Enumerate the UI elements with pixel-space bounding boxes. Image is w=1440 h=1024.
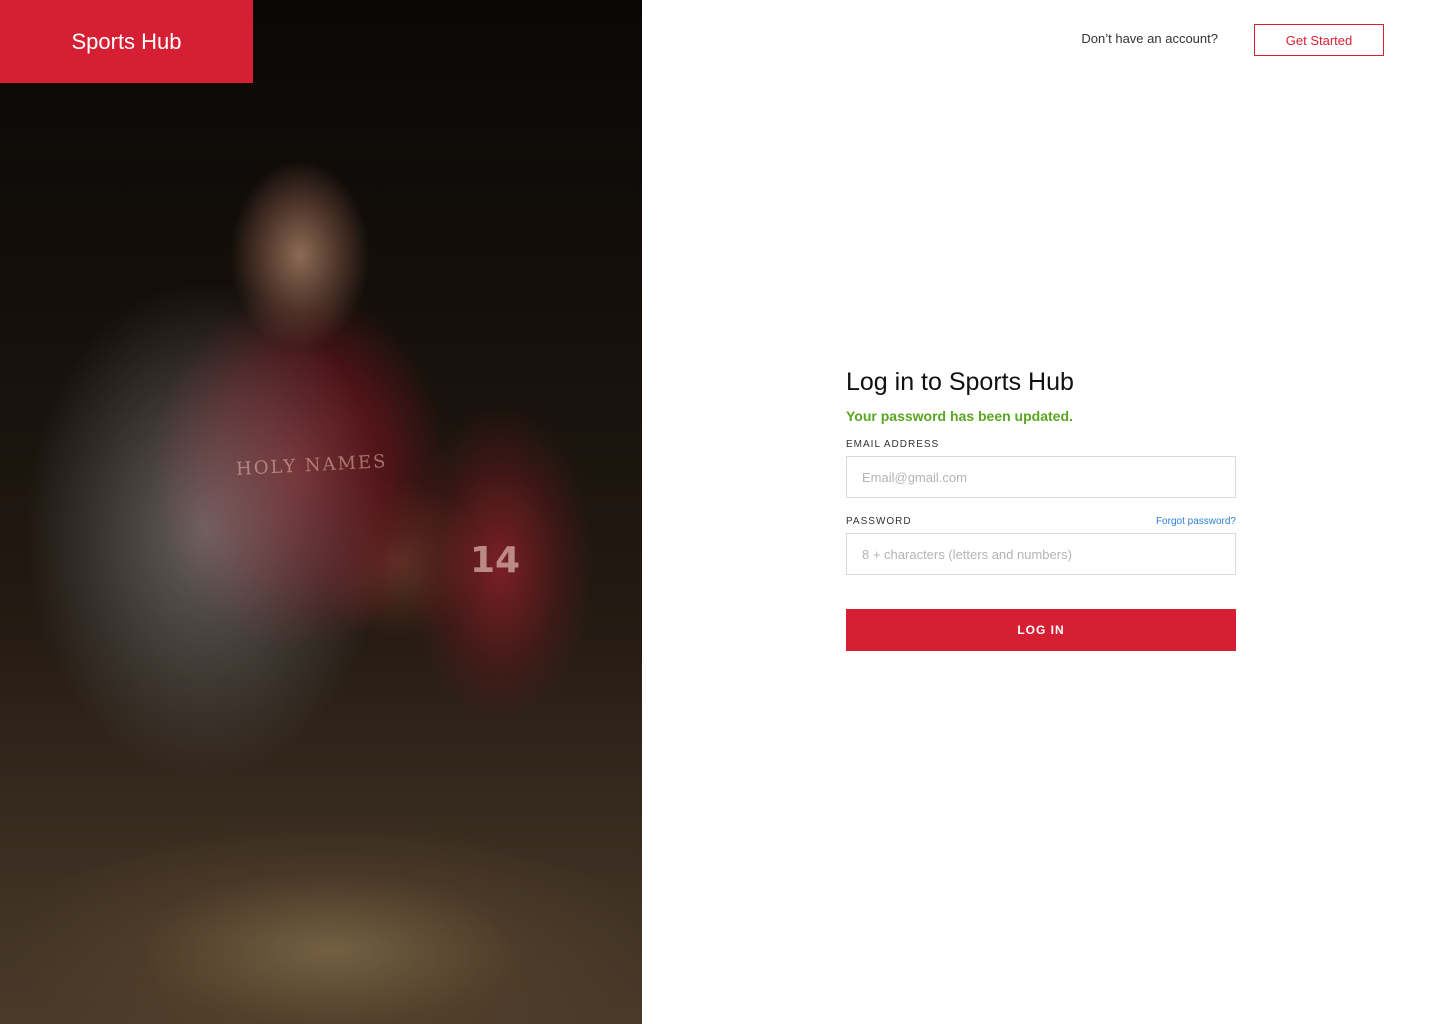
email-label: EMAIL ADDRESS bbox=[846, 439, 940, 450]
brand-logo[interactable]: Sports Hub bbox=[0, 0, 253, 83]
page-title: Log in to Sports Hub bbox=[846, 368, 1074, 396]
hero-image: HOLY NAMES 14 bbox=[0, 0, 642, 1024]
forgot-password-link[interactable]: Forgot password? bbox=[1156, 516, 1236, 527]
login-button[interactable]: LOG IN bbox=[846, 609, 1236, 651]
password-label-row: PASSWORD Forgot password? bbox=[846, 516, 1236, 527]
email-field[interactable] bbox=[846, 456, 1236, 498]
signup-prompt: Don’t have an account? bbox=[1081, 31, 1218, 46]
success-message: Your password has been updated. bbox=[846, 408, 1073, 424]
login-form: Log in to Sports Hub Your password has b… bbox=[846, 367, 1236, 651]
brand-name: Sports Hub bbox=[71, 28, 182, 54]
get-started-button[interactable]: Get Started bbox=[1254, 24, 1384, 56]
password-field[interactable] bbox=[846, 533, 1236, 575]
hero-overlay bbox=[0, 0, 642, 1024]
jersey-number: 14 bbox=[470, 540, 521, 581]
password-label: PASSWORD bbox=[846, 516, 912, 527]
